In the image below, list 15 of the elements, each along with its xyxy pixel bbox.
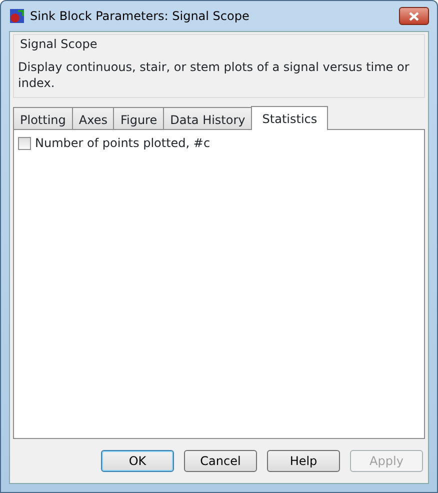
dialog-button[interactable]: OK (101, 450, 174, 472)
description-text: Display continuous, stair, or stem plots of a signal versus time or index. (18, 59, 410, 91)
close-button[interactable] (399, 7, 429, 25)
tab[interactable]: Data History (163, 107, 252, 129)
tab[interactable]: Plotting (13, 107, 73, 129)
app-icon (9, 8, 25, 24)
checkbox-label: Number of points plotted, #c (35, 135, 210, 152)
dialog-button[interactable]: Cancel (184, 450, 257, 472)
dialog-button[interactable]: Help (267, 450, 340, 472)
window-title: Sink Block Parameters: Signal Scope (30, 8, 250, 25)
close-icon (409, 12, 419, 20)
tab[interactable]: Figure (113, 107, 164, 129)
tab[interactable]: Axes (72, 107, 114, 129)
tab[interactable]: Statistics (251, 106, 328, 130)
checkbox[interactable] (18, 136, 31, 150)
